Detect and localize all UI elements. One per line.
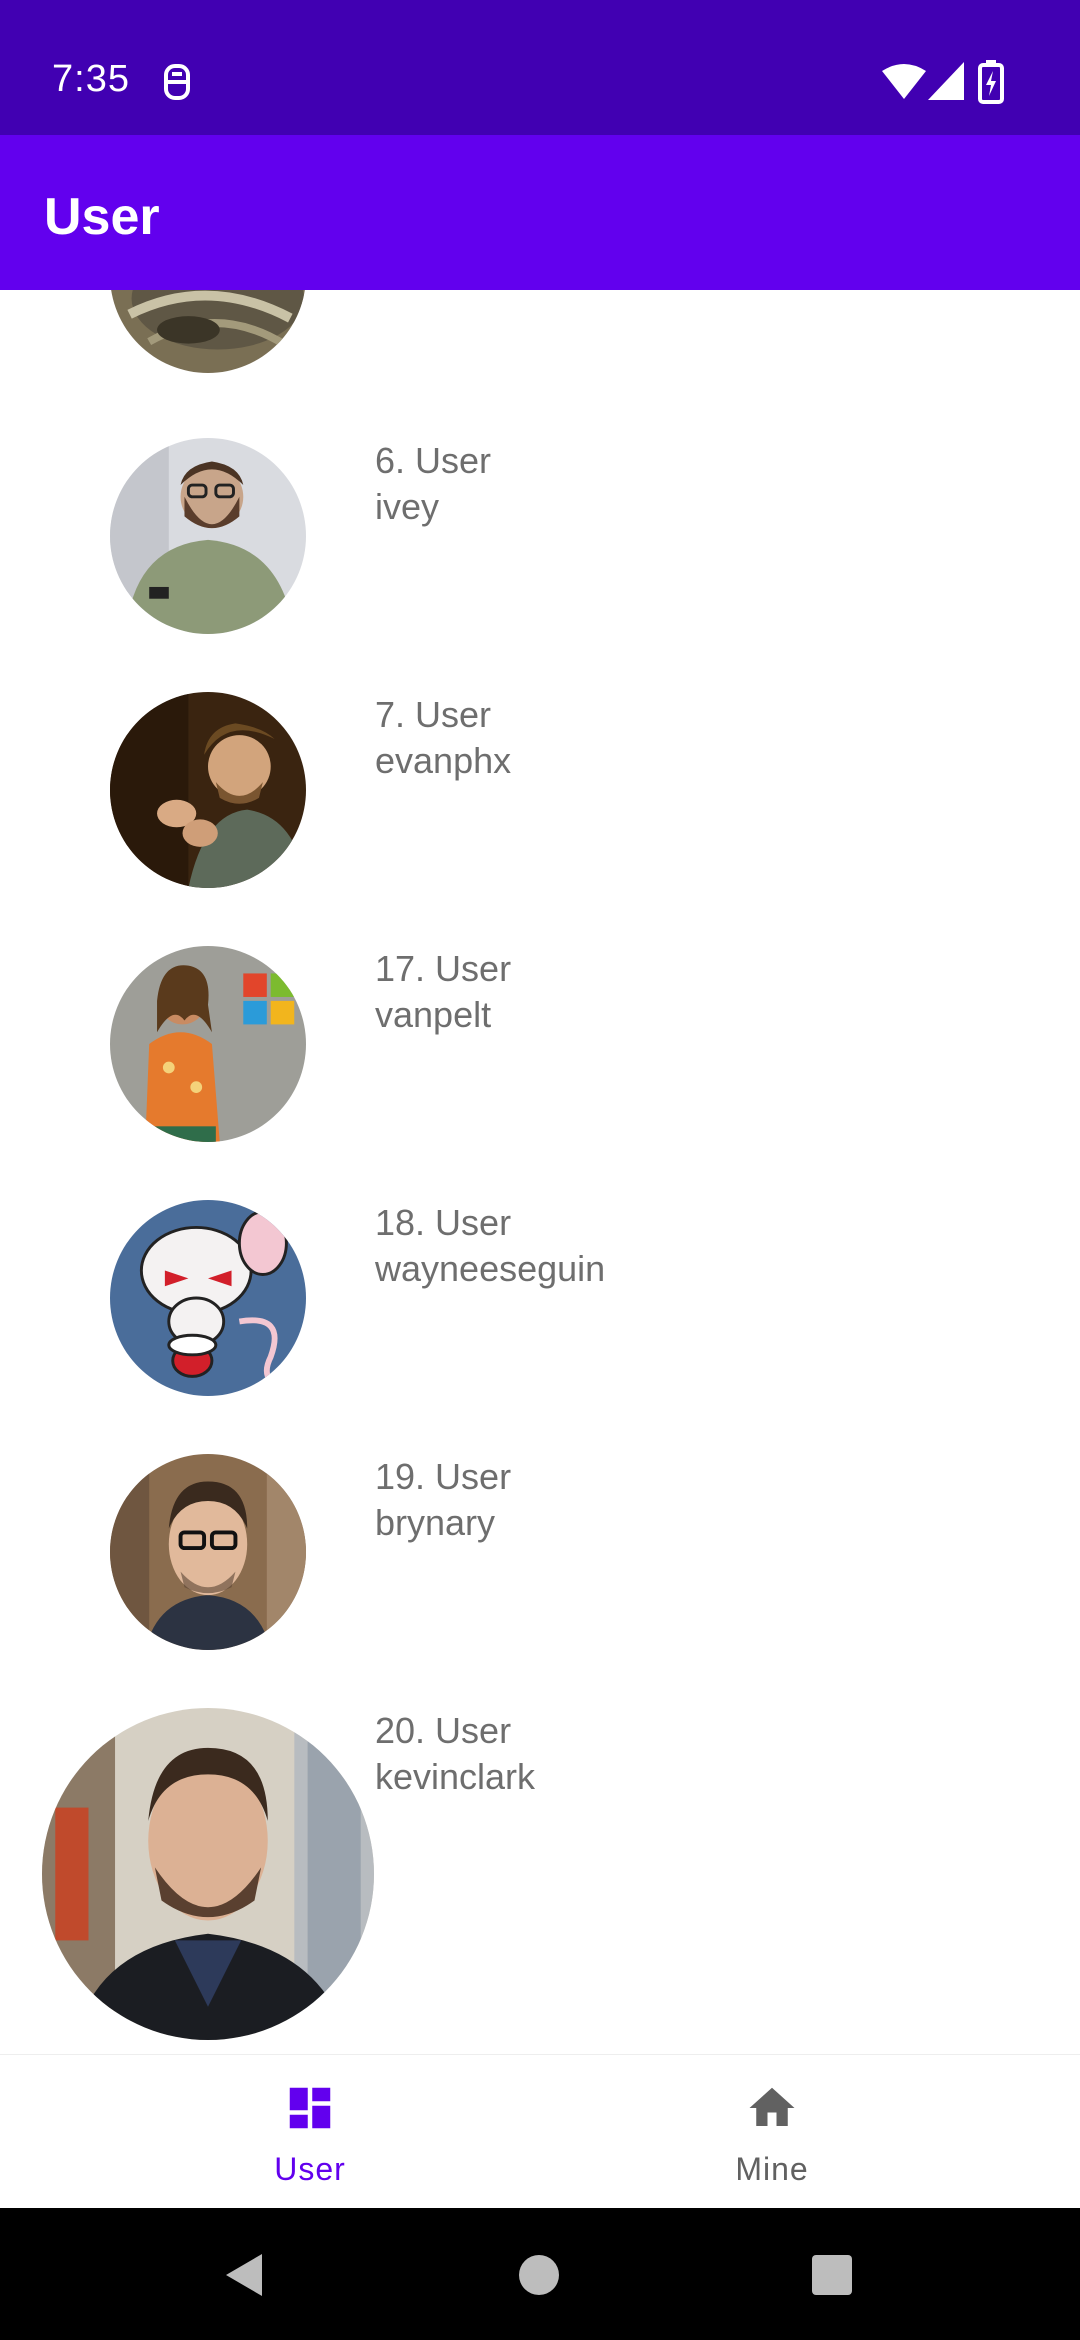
nav-label-user: User	[274, 2151, 346, 2187]
user-info: 19. User brynary	[375, 1454, 511, 1546]
user-login: ivey	[375, 486, 440, 527]
list-item[interactable]: 17. User vanpelt	[0, 946, 1080, 1200]
status-time: 7:35	[52, 58, 130, 100]
user-login: wayneeseguin	[375, 1248, 606, 1289]
nav-label-mine: Mine	[735, 2151, 809, 2187]
user-rank: 20. User	[375, 1710, 512, 1751]
nav-item-mine[interactable]: Mine	[502, 2055, 1042, 2209]
user-rank: 18. User	[375, 1202, 512, 1243]
avatar	[110, 1200, 306, 1396]
user-info: 6. User ivey	[375, 438, 491, 530]
user-rank: 17. User	[375, 948, 512, 989]
list-item[interactable]: 18. User wayneeseguin	[0, 1200, 1080, 1454]
user-info: 7. User evanphx	[375, 692, 511, 784]
system-navigation-bar	[0, 2208, 1080, 2340]
list-item[interactable]: 6. User ivey	[0, 438, 1080, 692]
user-info: 17. User vanpelt	[375, 946, 511, 1038]
bottom-navigation: User Mine	[0, 2054, 1080, 2208]
battery-charging-icon	[978, 60, 1004, 104]
user-info: 18. User wayneeseguin	[375, 1200, 605, 1292]
nav-item-user[interactable]: User	[40, 2055, 580, 2209]
user-login: vanpelt	[375, 994, 492, 1035]
back-icon[interactable]	[222, 2252, 266, 2298]
user-login: kevinclark	[375, 1756, 536, 1797]
user-login: evanphx	[375, 740, 512, 781]
home-circle-icon[interactable]	[518, 2254, 560, 2296]
avatar	[110, 290, 306, 373]
list-item[interactable]: 7. User evanphx	[0, 692, 1080, 946]
user-rank: 7. User	[375, 694, 492, 735]
avatar	[110, 692, 306, 888]
avatar	[110, 1454, 306, 1650]
wifi-icon	[882, 63, 926, 99]
home-icon	[745, 2081, 799, 2135]
list-item[interactable]: 19. User brynary	[0, 1454, 1080, 1708]
user-rank: 6. User	[375, 440, 492, 481]
status-bar: 7:35	[0, 0, 1080, 135]
app-bar: User	[0, 135, 1080, 290]
avatar	[42, 1708, 374, 2040]
user-list[interactable]: 6. User ivey 7. User evanphx 17. User va…	[0, 290, 1080, 2054]
user-login: brynary	[375, 1502, 496, 1543]
recents-icon[interactable]	[811, 2254, 853, 2296]
avatar	[110, 946, 306, 1142]
page-title: User	[44, 188, 160, 246]
list-item[interactable]: 20. User kevinclark	[0, 1708, 1080, 2054]
avatar	[110, 438, 306, 634]
user-info: 20. User kevinclark	[375, 1708, 535, 1800]
user-rank: 19. User	[375, 1456, 512, 1497]
sim-card-icon	[160, 62, 194, 102]
cell-signal-icon	[928, 62, 964, 100]
dashboard-icon	[283, 2081, 337, 2135]
